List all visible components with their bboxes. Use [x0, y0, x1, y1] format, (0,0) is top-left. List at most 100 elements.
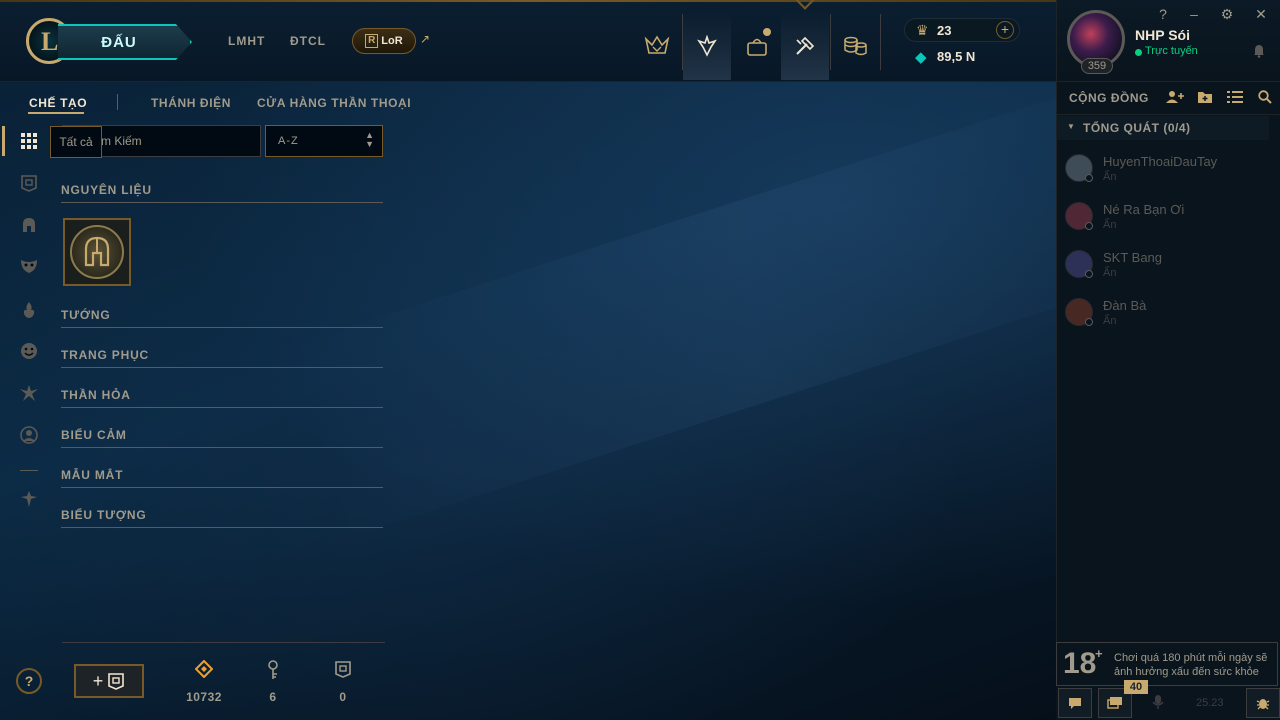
search-icon[interactable]	[1255, 90, 1275, 107]
logo-letter: L	[41, 27, 59, 56]
help-window-button[interactable]: ?	[1155, 6, 1171, 22]
level-badge: 359	[1081, 58, 1113, 74]
lor-label: LoR	[381, 35, 403, 47]
social-panel: 359 NHP Sói Trực tuyến ? – ⚙ ✕ CỘNG ĐỒNG…	[1056, 0, 1280, 720]
message-count-badge: 40	[1124, 680, 1148, 694]
online-status-dot	[1135, 49, 1142, 56]
plus-icon: +	[92, 670, 104, 691]
friend-name: Đàn Bà	[1103, 298, 1147, 313]
store-coins-icon[interactable]	[831, 12, 879, 80]
orange-essence-amount: 10732	[186, 690, 222, 704]
nav-separator	[880, 14, 881, 70]
chest-count-icon	[328, 660, 358, 683]
skin-mask-icon[interactable]	[14, 251, 44, 281]
friend-status: Ẩn	[1103, 219, 1117, 231]
background	[0, 67, 1209, 720]
section-champions[interactable]: TƯỚNG	[61, 308, 111, 322]
section-divider	[61, 367, 383, 368]
friend-status-dot	[1085, 222, 1093, 230]
play-button[interactable]: ĐẤU	[58, 24, 192, 60]
friend-status: Ẩn	[1103, 171, 1117, 183]
bug-report-icon[interactable]	[1246, 688, 1280, 718]
sort-value: A-Z	[278, 135, 299, 147]
chest-filter-icon[interactable]	[14, 168, 44, 198]
sort-dropdown[interactable]: A-Z ▲ ▼	[265, 125, 383, 157]
microphone-icon[interactable]	[1152, 694, 1164, 713]
filter-tooltip: Tất cả	[50, 126, 102, 158]
bell-icon[interactable]	[1253, 44, 1265, 61]
friend-row[interactable]: SKT Bang Ẩn	[1057, 246, 1280, 294]
clash-trophy-icon[interactable]	[683, 12, 731, 80]
age-plus: +	[1095, 646, 1103, 661]
rp-icon: ♛	[916, 22, 929, 38]
grid-all-icon[interactable]	[14, 126, 44, 156]
age-rating-notice: 18 + Chơi quá 180 phút mỗi ngày sẽ ảnh h…	[1056, 642, 1278, 686]
add-friend-icon[interactable]	[1165, 90, 1185, 107]
add-chest-button[interactable]: +	[74, 664, 144, 698]
tab-sanctum[interactable]: THÁNH ĐIỆN	[151, 96, 231, 110]
add-folder-icon[interactable]	[1195, 90, 1215, 107]
filter-divider	[20, 470, 38, 471]
chest-icon	[108, 673, 125, 690]
friend-name: SKT Bang	[1103, 250, 1163, 265]
profile-bag-icon[interactable]	[733, 12, 781, 80]
rp-amount: 23	[937, 23, 952, 38]
helmet-token-icon	[70, 225, 124, 279]
friend-status-dot	[1085, 270, 1093, 278]
chest-amount: 0	[339, 690, 347, 704]
minimize-button[interactable]: –	[1186, 6, 1202, 22]
nav-link-dtcl[interactable]: ĐTCL	[290, 34, 326, 48]
friend-name: Né Ra Bạn Ơi	[1103, 202, 1185, 217]
section-eye-patterns[interactable]: MẪU MẮT	[61, 468, 123, 482]
section-wards[interactable]: THẦN HỎA	[61, 388, 131, 402]
section-divider	[61, 202, 383, 203]
be-amount: 89,5 N	[937, 49, 976, 64]
close-button[interactable]: ✕	[1253, 6, 1269, 23]
section-divider	[61, 487, 383, 488]
lor-button[interactable]: R LoR	[352, 28, 416, 54]
play-button-label: ĐẤU	[101, 33, 137, 51]
tab-mythic-shop[interactable]: CỬA HÀNG THẦN THOẠI	[257, 96, 411, 110]
lor-logo-icon: R	[365, 34, 379, 48]
filter-active-indicator	[2, 126, 5, 156]
friend-row[interactable]: HuyenThoaiDauTay Ẩn	[1057, 150, 1280, 198]
friend-status: Ẩn	[1103, 267, 1117, 279]
list-view-icon[interactable]	[1225, 90, 1245, 106]
tab-separator	[117, 94, 118, 110]
friend-status-dot	[1085, 174, 1093, 182]
other-loot-icon[interactable]	[14, 484, 44, 514]
settings-gear-icon[interactable]: ⚙	[1219, 6, 1235, 23]
champion-helmet-icon[interactable]	[14, 210, 44, 240]
emote-face-icon[interactable]	[14, 336, 44, 366]
friend-row[interactable]: Né Ra Bạn Ơi Ẩn	[1057, 198, 1280, 246]
tab-crafting[interactable]: CHẾ TẠO	[29, 96, 87, 110]
active-tab-underline	[28, 112, 84, 114]
age-warning-text: Chơi quá 180 phút mỗi ngày sẽ ảnh hưởng …	[1114, 652, 1268, 678]
section-icons[interactable]: BIỂU TƯỢNG	[61, 508, 147, 522]
section-skins[interactable]: TRANG PHỤC	[61, 348, 149, 362]
crafting-hammer-icon[interactable]	[781, 12, 829, 80]
nav-link-lmht[interactable]: LMHT	[228, 34, 265, 48]
summoner-icon-filter[interactable]	[14, 420, 44, 450]
key-icon	[258, 660, 288, 685]
section-emotes[interactable]: BIỂU CẢM	[61, 428, 127, 442]
orange-essence-icon	[189, 659, 219, 683]
friend-status: Ẩn	[1103, 315, 1117, 327]
friend-row[interactable]: Đàn Bà Ẩn	[1057, 294, 1280, 342]
profile-header: 359 NHP Sói Trực tuyến ? – ⚙ ✕	[1057, 0, 1280, 82]
ward-flame-icon[interactable]	[14, 295, 44, 325]
key-amount: 6	[269, 690, 277, 704]
friend-status-dot	[1085, 318, 1093, 326]
eye-pattern-icon[interactable]	[14, 378, 44, 408]
tft-worlds-icon[interactable]	[633, 12, 681, 80]
online-status-text[interactable]: Trực tuyến	[1145, 45, 1198, 57]
loot-item-tile[interactable]	[63, 218, 131, 286]
client-version: 25.23	[1196, 697, 1224, 709]
help-button[interactable]: ?	[16, 668, 42, 694]
chat-icon[interactable]	[1058, 688, 1092, 718]
buy-rp-button[interactable]: +	[996, 21, 1014, 39]
notification-dot	[763, 28, 771, 36]
section-divider	[61, 407, 383, 408]
social-title: CỘNG ĐỒNG	[1069, 91, 1149, 105]
footer-divider	[62, 642, 385, 643]
